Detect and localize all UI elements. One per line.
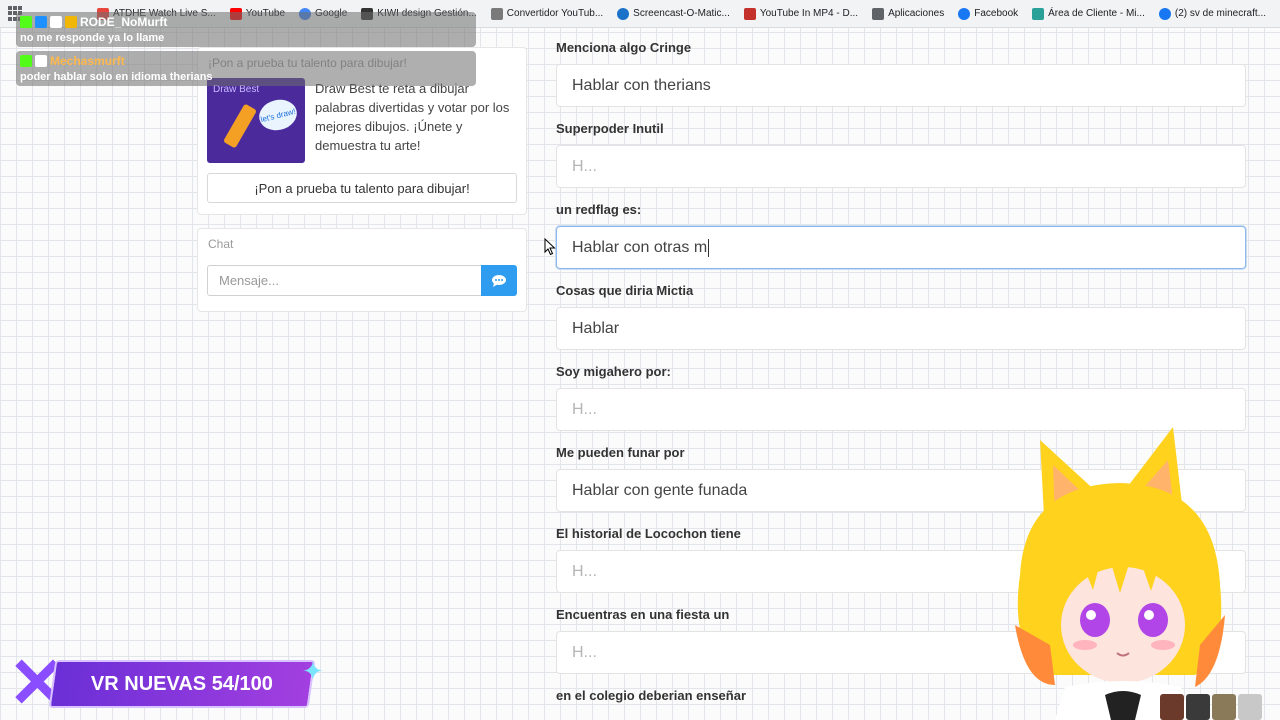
bookmark-minecraft[interactable]: (2) sv de minecraft...: [1158, 7, 1266, 20]
chat-username: Mechasmurft: [50, 54, 125, 68]
chat-message-header: RODE_NoMurft: [20, 15, 472, 29]
chat-bubble-icon: [492, 274, 506, 287]
webcam-thumb-icon: [1160, 694, 1184, 720]
question-label: Superpoder Inutil: [556, 121, 664, 136]
chat-title: Chat: [208, 237, 234, 251]
screencast-icon: [617, 7, 630, 20]
bookmark-label: YouTube In MP4 - D...: [759, 8, 859, 19]
apps-icon: [872, 7, 885, 20]
answer-input-focused[interactable]: Hablar con otras m: [556, 226, 1246, 269]
stream-chat-overlay: RODE_NoMurft no me responde ya lo llame …: [16, 12, 476, 90]
kick-badge-icon: [20, 55, 32, 67]
sparkle-icon: ✦: [302, 656, 324, 686]
bookmark-label: (2) sv de minecraft...: [1174, 8, 1266, 19]
bookmark-youtube-mp4[interactable]: YouTube In MP4 - D...: [743, 7, 859, 20]
text-caret: [708, 238, 710, 257]
bookmark-aplicaciones[interactable]: Aplicaciones: [872, 7, 945, 20]
bookmark-label: Aplicaciones: [888, 8, 945, 19]
vip-badge-icon: [35, 55, 47, 67]
mouse-cursor-icon: [544, 238, 556, 256]
webcam-thumb-icon: [1238, 694, 1262, 720]
chat-input-row: Mensaje...: [207, 265, 517, 296]
moderator-badge-icon: [35, 16, 47, 28]
question-label: un redflag es:: [556, 202, 642, 217]
facebook-icon: [958, 7, 971, 20]
promo-image-badge: let's draw!: [255, 95, 301, 135]
bookmark-convertidor[interactable]: Convertidor YouTub...: [490, 7, 604, 20]
banner-bar: VR NUEVAS 54/100: [48, 660, 316, 708]
send-button[interactable]: [481, 265, 517, 296]
chat-message-text: poder hablar solo en idioma therians: [20, 71, 213, 83]
question-label: Cosas que diria Mictia: [556, 283, 694, 298]
convertidor-icon: [490, 7, 503, 20]
bookmark-label: Área de Cliente - Mi...: [1048, 8, 1145, 19]
promo-button[interactable]: ¡Pon a prueba tu talento para dibujar!: [207, 173, 517, 203]
mini-webcam-strip: [1160, 694, 1262, 720]
chat-username: RODE_NoMurft: [80, 15, 168, 29]
webcam-thumb-icon: [1212, 694, 1236, 720]
bookmark-facebook[interactable]: Facebook: [958, 7, 1019, 20]
bookmark-label: Facebook: [974, 8, 1019, 19]
question-label: Menciona algo Cringe: [556, 40, 692, 55]
chat-message-header: Mechasmurft: [20, 54, 472, 68]
vtuber-avatar: [1015, 427, 1225, 720]
bookmark-label: Screencast-O-Matic...: [633, 8, 730, 19]
answer-input[interactable]: Hablar: [556, 307, 1246, 350]
chat-panel: Chat Mensaje...: [197, 228, 527, 312]
chat-message-input[interactable]: Mensaje...: [207, 265, 481, 296]
banner-text: VR NUEVAS 54/100: [91, 672, 273, 695]
mp4-icon: [743, 7, 756, 20]
draw-best-image[interactable]: Draw Best let's draw!: [207, 78, 305, 163]
promo-body: Draw Best let's draw! Draw Best te reta …: [198, 78, 526, 163]
answer-text: Hablar con otras m: [572, 238, 708, 256]
promo-description: Draw Best te reta a dibujar palabras div…: [315, 81, 510, 153]
bookmark-screencast[interactable]: Screencast-O-Matic...: [617, 7, 730, 20]
chat-message-text: no me responde ya lo llame: [20, 32, 165, 44]
bookmark-label: Convertidor YouTub...: [506, 8, 604, 19]
subscriber-badge-icon: [65, 16, 77, 28]
vip-badge-icon: [50, 16, 62, 28]
webcam-thumb-icon: [1186, 694, 1210, 720]
kick-badge-icon: [20, 16, 32, 28]
pencil-icon: [222, 103, 258, 149]
chat-message: RODE_NoMurft no me responde ya lo llame: [16, 12, 476, 47]
chat-message: Mechasmurft poder hablar solo en idioma …: [16, 51, 476, 86]
bookmark-area-cliente[interactable]: Área de Cliente - Mi...: [1032, 7, 1145, 20]
cliente-icon: [1032, 7, 1045, 20]
facebook-icon: [1158, 7, 1171, 20]
answer-input[interactable]: H...: [556, 145, 1246, 188]
vr-counter-banner: ✕ VR NUEVAS 54/100 ✦: [8, 648, 328, 720]
question-label: Soy migahero por:: [556, 364, 671, 379]
answer-input[interactable]: Hablar con therians: [556, 64, 1246, 107]
